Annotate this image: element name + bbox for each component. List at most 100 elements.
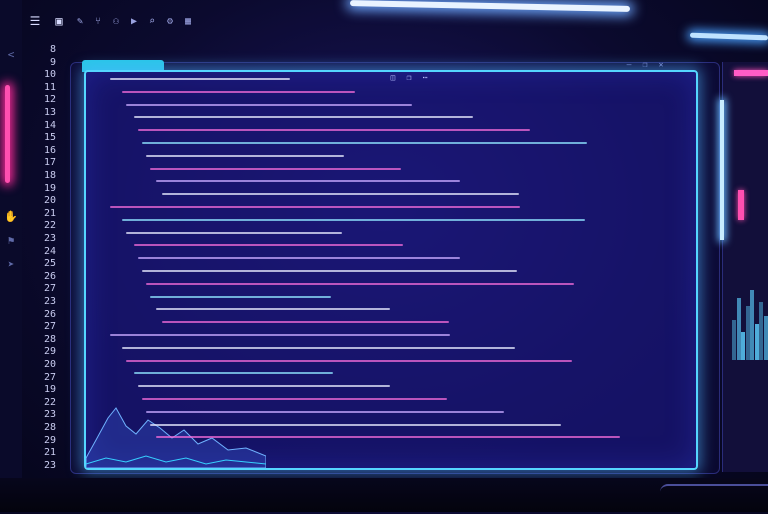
more-icon[interactable]: ⋯ [420,72,430,82]
code-line[interactable] [142,270,517,272]
extensions-icon[interactable]: ▦ [182,12,194,30]
restore-icon[interactable]: ❐ [640,60,650,69]
line-number: 11 [43,81,56,93]
code-line[interactable] [122,218,585,221]
hand-icon[interactable]: ✋ [4,210,18,224]
minimize-icon[interactable]: — [624,60,634,69]
send-icon[interactable]: ➤ [4,258,18,272]
right-panel-bar [754,324,759,360]
code-line[interactable] [162,321,449,324]
line-number: 23 [43,459,56,471]
desk-surface [0,478,768,512]
keyboard-edge [660,484,768,514]
close-icon[interactable]: ✕ [656,60,666,69]
menu-icon[interactable]: ☰ [26,12,44,30]
code-line[interactable] [134,244,403,247]
right-panel-header [734,70,768,76]
right-panel-bar [736,298,741,360]
code-line[interactable] [126,103,412,106]
code-line[interactable] [138,385,390,388]
code-line[interactable] [138,257,460,260]
code-line[interactable] [156,180,460,183]
line-number: 26 [43,308,56,320]
right-side-panel [722,62,768,472]
line-number: 19 [43,182,56,194]
top-light-strip [349,0,631,12]
active-indicator [5,85,10,183]
top-light-strip-right [689,32,768,41]
code-line[interactable] [150,295,331,298]
line-number: 19 [43,384,56,396]
line-number: 27 [43,283,56,295]
file-icon[interactable]: ▣ [50,12,68,30]
line-number: 28 [43,422,56,433]
code-line[interactable] [156,308,390,311]
line-number: 14 [43,119,56,131]
line-number: 16 [43,144,56,156]
code-line[interactable] [150,167,401,170]
code-line[interactable] [122,90,355,93]
code-line[interactable] [142,398,447,400]
right-panel-bar [732,320,736,360]
line-number: 20 [43,359,56,370]
bookmark-icon[interactable]: ⚑ [4,234,18,248]
line-number: 27 [43,321,56,333]
debug-icon[interactable]: ⚇ [110,12,122,30]
right-panel-bar [741,332,745,360]
line-number: 22 [43,220,56,232]
line-number: 27 [43,371,56,383]
line-number: 23 [43,233,56,244]
line-number: 23 [43,296,56,307]
code-line[interactable] [126,231,342,234]
right-panel-marker [738,190,744,220]
edit-icon[interactable]: ✎ [74,12,86,30]
right-panel-bar [763,316,768,360]
code-line[interactable] [110,334,450,336]
line-number: 18 [43,170,56,181]
line-number: 20 [43,195,56,207]
code-editor[interactable] [84,70,698,470]
code-line[interactable] [138,129,530,132]
right-panel-bar [745,306,750,360]
line-number: 29 [43,434,56,446]
search-icon[interactable]: ⌕ [146,12,158,30]
line-number-gutter: 8 9 10 11 12 13 14 15 16 17 18 19 20 21 22 23 24 25 26 27 23… [26,44,60,484]
right-panel-bar [759,302,763,360]
line-number: 21 [43,207,56,219]
line-number: 9 [49,56,56,68]
code-line[interactable] [162,193,519,196]
code-line[interactable] [142,142,587,144]
share-icon[interactable]: < [4,48,18,62]
line-number: 24 [43,245,56,257]
line-number: 13 [43,107,56,118]
code-line[interactable] [146,410,504,413]
line-number: 26 [43,270,56,282]
line-number: 29 [43,346,56,358]
code-line[interactable] [146,282,574,285]
code-line[interactable] [126,359,572,362]
scrollbar[interactable] [720,100,724,240]
activity-bar: < ✋ ⚑ ➤ [0,0,22,512]
code-line[interactable] [150,423,561,426]
code-line[interactable] [122,346,515,349]
panel-toolbar: ◫ ❐ ⋯ [388,72,430,82]
line-number: 28 [43,333,56,345]
line-number: 8 [49,44,56,55]
code-line[interactable] [134,372,333,375]
code-line[interactable] [110,78,290,80]
copy-icon[interactable]: ❐ [404,72,414,82]
line-number: 15 [43,132,56,144]
window-controls: — ❐ ✕ [624,60,666,69]
line-number: 23 [43,409,56,421]
code-line[interactable] [146,154,344,157]
line-number: 25 [43,258,56,270]
split-icon[interactable]: ◫ [388,72,398,82]
line-number: 21 [43,447,56,459]
git-icon[interactable]: ⑂ [92,12,104,30]
code-line[interactable] [110,206,520,208]
run-icon[interactable]: ▶ [128,12,140,30]
editor-toolbar: ☰ ▣ ✎ ⑂ ⚇ ▶ ⌕ ⚙ ▦ [26,8,346,34]
breadcrumb [36,36,676,50]
settings-icon[interactable]: ⚙ [164,12,176,30]
code-line[interactable] [134,116,473,119]
